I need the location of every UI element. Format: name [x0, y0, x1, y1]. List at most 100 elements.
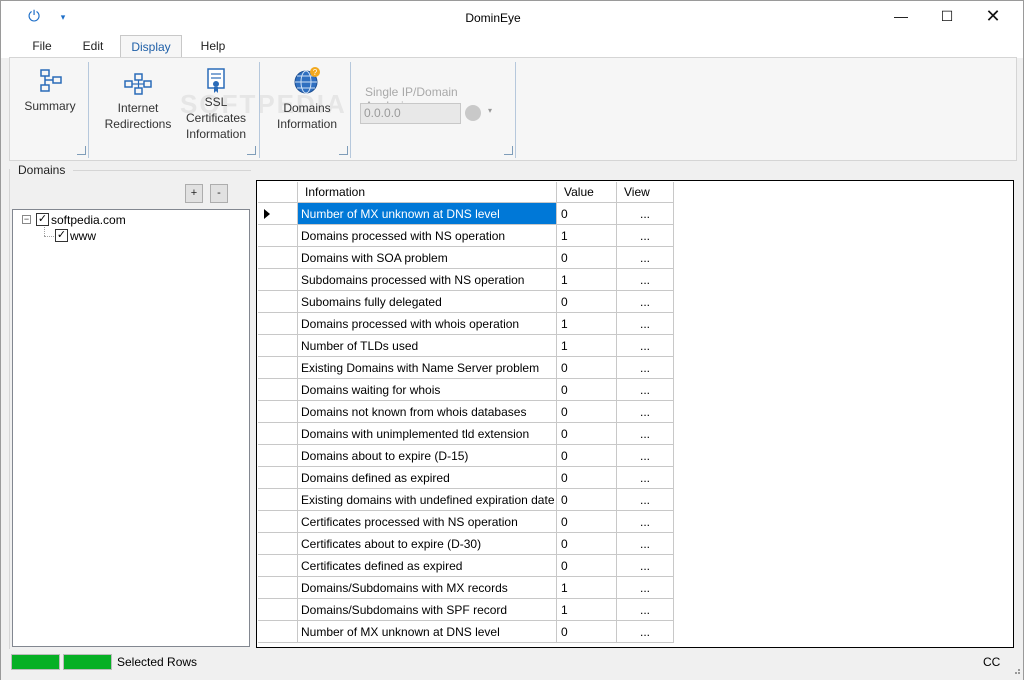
view-details-button[interactable]: ...	[617, 445, 674, 467]
cell-value[interactable]: 0	[557, 621, 617, 643]
cell-value[interactable]: 0	[557, 445, 617, 467]
ip-address-input[interactable]: 0.0.0.0	[360, 103, 461, 124]
cell-information[interactable]: Domains defined as expired	[298, 467, 557, 489]
cell-information[interactable]: Domains processed with whois operation	[298, 313, 557, 335]
cell-value[interactable]: 0	[557, 423, 617, 445]
domains-information-button[interactable]: ? Domains Information	[268, 66, 346, 132]
view-details-button[interactable]: ...	[617, 577, 674, 599]
cell-information[interactable]: Domains/Subdomains with MX records	[298, 577, 557, 599]
cell-information[interactable]: Existing Domains with Name Server proble…	[298, 357, 557, 379]
view-details-button[interactable]: ...	[617, 489, 674, 511]
tab-display[interactable]: Display	[120, 35, 182, 58]
row-header[interactable]	[258, 555, 298, 577]
cell-value[interactable]: 0	[557, 467, 617, 489]
domains-tree[interactable]	[12, 209, 250, 647]
cell-information[interactable]: Domains about to expire (D-15)	[298, 445, 557, 467]
cell-information[interactable]: Domains with unimplemented tld extension	[298, 423, 557, 445]
view-details-button[interactable]: ...	[617, 291, 674, 313]
row-header[interactable]	[258, 291, 298, 313]
view-details-button[interactable]: ...	[617, 555, 674, 577]
view-details-button[interactable]: ...	[617, 313, 674, 335]
add-domain-button[interactable]: +	[185, 184, 203, 203]
maximize-button[interactable]: ☐	[924, 1, 970, 31]
cell-value[interactable]: 1	[557, 269, 617, 291]
cell-information[interactable]: Domains processed with NS operation	[298, 225, 557, 247]
row-header[interactable]	[258, 621, 298, 643]
child-checkbox[interactable]: ✓	[55, 229, 68, 242]
row-header[interactable]	[258, 489, 298, 511]
column-header-view[interactable]: View	[617, 182, 674, 203]
group-launcher-icon[interactable]	[339, 146, 348, 155]
column-header-value[interactable]: Value	[557, 182, 617, 203]
group-launcher-icon[interactable]	[504, 146, 513, 155]
cell-value[interactable]: 1	[557, 577, 617, 599]
cell-value[interactable]: 0	[557, 247, 617, 269]
column-header-information[interactable]: Information	[298, 182, 557, 203]
view-details-button[interactable]: ...	[617, 379, 674, 401]
cell-value[interactable]: 0	[557, 555, 617, 577]
row-header[interactable]	[258, 357, 298, 379]
view-details-button[interactable]: ...	[617, 423, 674, 445]
tab-file[interactable]: File	[23, 35, 61, 58]
summary-button[interactable]: Summary	[16, 68, 84, 114]
group-launcher-icon[interactable]	[247, 146, 256, 155]
row-header[interactable]	[258, 511, 298, 533]
view-details-button[interactable]: ...	[617, 247, 674, 269]
view-details-button[interactable]: ...	[617, 401, 674, 423]
cell-information[interactable]: Domains not known from whois databases	[298, 401, 557, 423]
row-header[interactable]	[258, 379, 298, 401]
row-header[interactable]	[258, 335, 298, 357]
root-checkbox[interactable]: ✓	[36, 213, 49, 226]
group-launcher-icon[interactable]	[77, 146, 86, 155]
view-details-button[interactable]: ...	[617, 467, 674, 489]
cell-value[interactable]: 1	[557, 225, 617, 247]
cell-value[interactable]: 0	[557, 489, 617, 511]
cell-information[interactable]: Number of TLDs used	[298, 335, 557, 357]
row-header[interactable]	[258, 203, 298, 225]
resize-grip-icon[interactable]	[1011, 665, 1021, 675]
row-header[interactable]	[258, 423, 298, 445]
row-header[interactable]	[258, 225, 298, 247]
view-details-button[interactable]: ...	[617, 225, 674, 247]
cell-information[interactable]: Subdomains processed with NS operation	[298, 269, 557, 291]
cell-value[interactable]: 1	[557, 335, 617, 357]
cell-value[interactable]: 1	[557, 313, 617, 335]
tab-edit[interactable]: Edit	[73, 35, 113, 58]
cell-information[interactable]: Number of MX unknown at DNS level	[298, 621, 557, 643]
tree-item-www[interactable]: www	[70, 228, 96, 244]
view-details-button[interactable]: ...	[617, 357, 674, 379]
tab-help[interactable]: Help	[190, 35, 236, 58]
cell-information[interactable]: Existing domains with undefined expirati…	[298, 489, 557, 511]
view-details-button[interactable]: ...	[617, 599, 674, 621]
tree-item-softpedia[interactable]: softpedia.com	[51, 212, 126, 228]
internet-redirections-button[interactable]: Internet Redirections	[98, 72, 178, 132]
view-details-button[interactable]: ...	[617, 511, 674, 533]
view-details-button[interactable]: ...	[617, 269, 674, 291]
cell-value[interactable]: 1	[557, 599, 617, 621]
row-header[interactable]	[258, 401, 298, 423]
row-header[interactable]	[258, 467, 298, 489]
cell-information[interactable]: Subomains fully delegated	[298, 291, 557, 313]
row-header[interactable]	[258, 269, 298, 291]
cell-information[interactable]: Certificates defined as expired	[298, 555, 557, 577]
cell-value[interactable]: 0	[557, 291, 617, 313]
row-header[interactable]	[258, 577, 298, 599]
remove-domain-button[interactable]: -	[210, 184, 228, 203]
minimize-button[interactable]: —	[878, 1, 924, 31]
row-header[interactable]	[258, 313, 298, 335]
cell-information[interactable]: Domains waiting for whois	[298, 379, 557, 401]
view-details-button[interactable]: ...	[617, 335, 674, 357]
cell-value[interactable]: 0	[557, 511, 617, 533]
cell-information[interactable]: Domains with SOA problem	[298, 247, 557, 269]
cell-value[interactable]: 0	[557, 203, 617, 225]
row-header[interactable]	[258, 599, 298, 621]
cell-value[interactable]: 0	[557, 533, 617, 555]
cell-information[interactable]: Certificates processed with NS operation	[298, 511, 557, 533]
chevron-down-icon[interactable]: ▾	[488, 106, 492, 115]
close-button[interactable]: ✕	[970, 1, 1016, 31]
cell-information[interactable]: Domains/Subdomains with SPF record	[298, 599, 557, 621]
view-details-button[interactable]: ...	[617, 533, 674, 555]
cell-information[interactable]: Certificates about to expire (D-30)	[298, 533, 557, 555]
row-header[interactable]	[258, 533, 298, 555]
cell-information[interactable]: Number of MX unknown at DNS level	[298, 203, 557, 225]
